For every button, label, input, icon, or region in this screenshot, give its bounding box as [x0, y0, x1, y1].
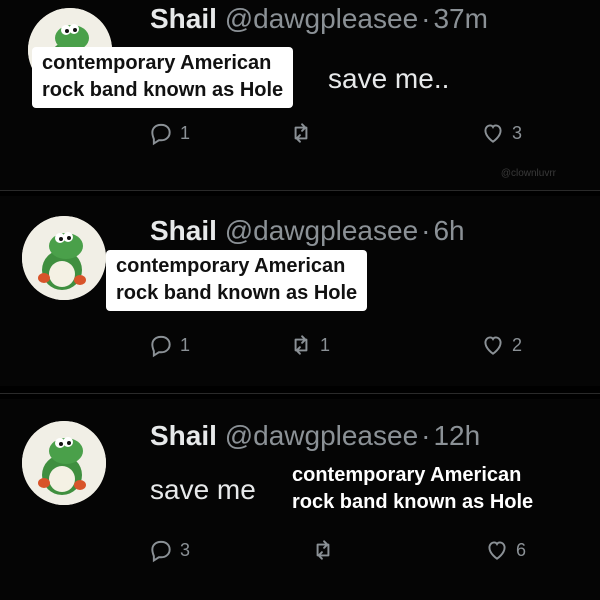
reply-icon — [151, 540, 171, 563]
user-handle[interactable]: @dawgpleasee — [225, 215, 418, 246]
caption-overlay: contemporary American rock band known as… — [32, 47, 294, 108]
yoshi-avatar-icon — [22, 216, 106, 300]
display-name[interactable]: Shail — [150, 420, 217, 451]
reply-count: 1 — [180, 122, 191, 143]
reply-icon — [151, 335, 171, 358]
tweet-actions: 3 6 — [148, 535, 548, 565]
retweet-icon — [294, 123, 308, 143]
heart-icon — [488, 541, 506, 560]
caption-overlay: contemporary American rock band known as… — [292, 464, 534, 513]
retweet-count: 1 — [320, 334, 331, 355]
like-count: 3 — [512, 122, 523, 143]
timestamp[interactable]: 37m — [433, 3, 487, 34]
timestamp[interactable]: 12h — [433, 420, 480, 451]
tweet[interactable]: Shail @dawgpleasee · 37m save me.. contemp… — [0, 0, 600, 190]
tweet[interactable]: Shail @dawgpleasee · 6h contemporary Ameri… — [0, 196, 600, 386]
reply-count: 1 — [180, 334, 191, 355]
separator-dot: · — [421, 3, 431, 34]
yoshi-avatar-icon — [22, 421, 106, 505]
timestamp[interactable]: 6h — [433, 215, 464, 246]
retweet-button[interactable] — [288, 118, 320, 148]
caption-overlay: contemporary American rock band known as… — [106, 250, 368, 311]
reply-icon — [151, 123, 171, 146]
tweet-header: Shail @dawgpleasee · 6h — [150, 214, 465, 248]
user-handle[interactable]: @dawgpleasee — [225, 420, 418, 451]
like-button[interactable]: 3 — [480, 118, 522, 148]
tweet[interactable]: Shail @dawgpleasee · 12h save me contempor… — [0, 399, 600, 600]
retweet-icon — [294, 335, 308, 355]
display-name[interactable]: Shail — [150, 215, 217, 246]
divider — [0, 190, 600, 191]
separator-dot: · — [421, 420, 431, 451]
display-name[interactable]: Shail — [150, 3, 217, 34]
heart-icon — [484, 336, 502, 355]
like-count: 6 — [516, 539, 527, 560]
retweet-button[interactable] — [310, 535, 342, 565]
reply-count: 3 — [180, 539, 191, 560]
tweet-actions: 1 1 2 — [148, 330, 548, 360]
retweet-icon — [316, 540, 330, 560]
like-count: 2 — [512, 334, 523, 355]
heart-icon — [484, 124, 502, 143]
user-handle[interactable]: @dawgpleasee — [225, 3, 418, 34]
tweet-header: Shail @dawgpleasee · 12h — [150, 419, 480, 453]
tweet-text: save me.. — [328, 63, 450, 94]
retweet-button[interactable]: 1 — [288, 330, 330, 360]
like-button[interactable]: 6 — [484, 535, 526, 565]
watermark: @clownluvrr — [500, 168, 556, 179]
tweet-text: save me — [150, 474, 256, 505]
avatar[interactable] — [22, 216, 106, 300]
separator-dot: · — [421, 215, 431, 246]
tweet-actions: 1 3 — [148, 118, 548, 148]
reply-button[interactable]: 3 — [148, 535, 190, 565]
divider — [0, 393, 600, 394]
avatar[interactable] — [22, 421, 106, 505]
reply-button[interactable]: 1 — [148, 330, 190, 360]
tweet-header: Shail @dawgpleasee · 37m — [150, 2, 488, 36]
like-button[interactable]: 2 — [480, 330, 522, 360]
reply-button[interactable]: 1 — [148, 118, 190, 148]
